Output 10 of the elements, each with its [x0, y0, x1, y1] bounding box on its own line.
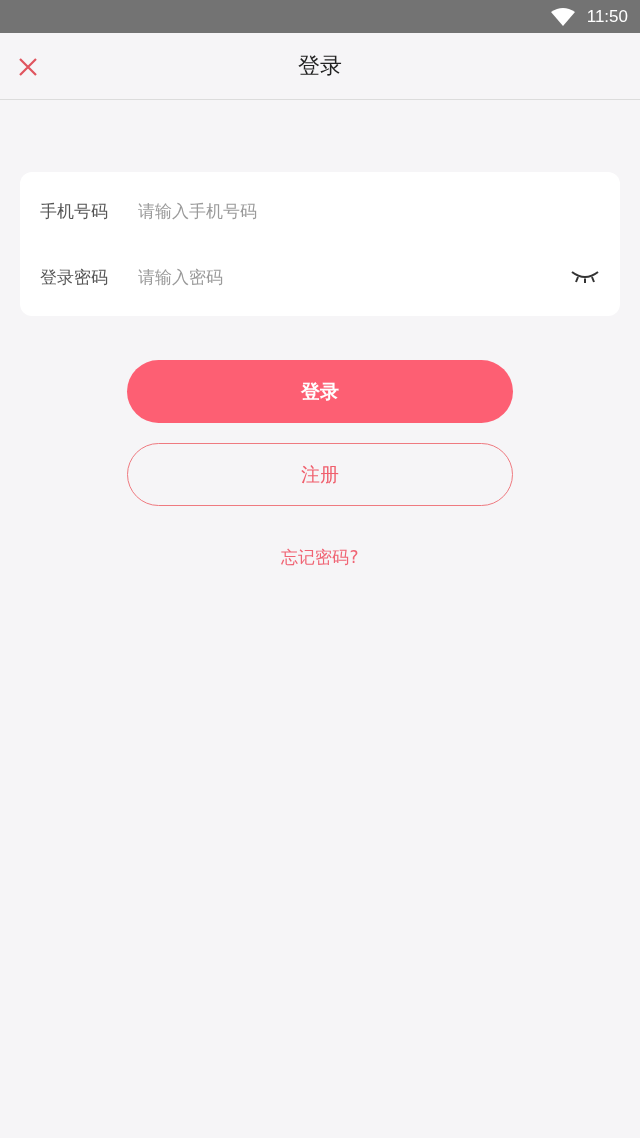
wifi-icon [550, 7, 575, 26]
password-field[interactable]: 请输入密码 [136, 266, 570, 288]
eye-closed-icon[interactable] [570, 270, 600, 284]
field-label: 登录密码 [40, 265, 109, 289]
login-button[interactable]: 登录 [127, 360, 513, 423]
forgot-password-link[interactable]: 忘记密码? [281, 546, 359, 569]
page-title: 登录 [298, 52, 342, 80]
status-time: 11:50 [586, 6, 628, 27]
field-label: 手机号码 [40, 199, 109, 223]
phone-field[interactable]: 请输入手机号码 [136, 200, 600, 222]
